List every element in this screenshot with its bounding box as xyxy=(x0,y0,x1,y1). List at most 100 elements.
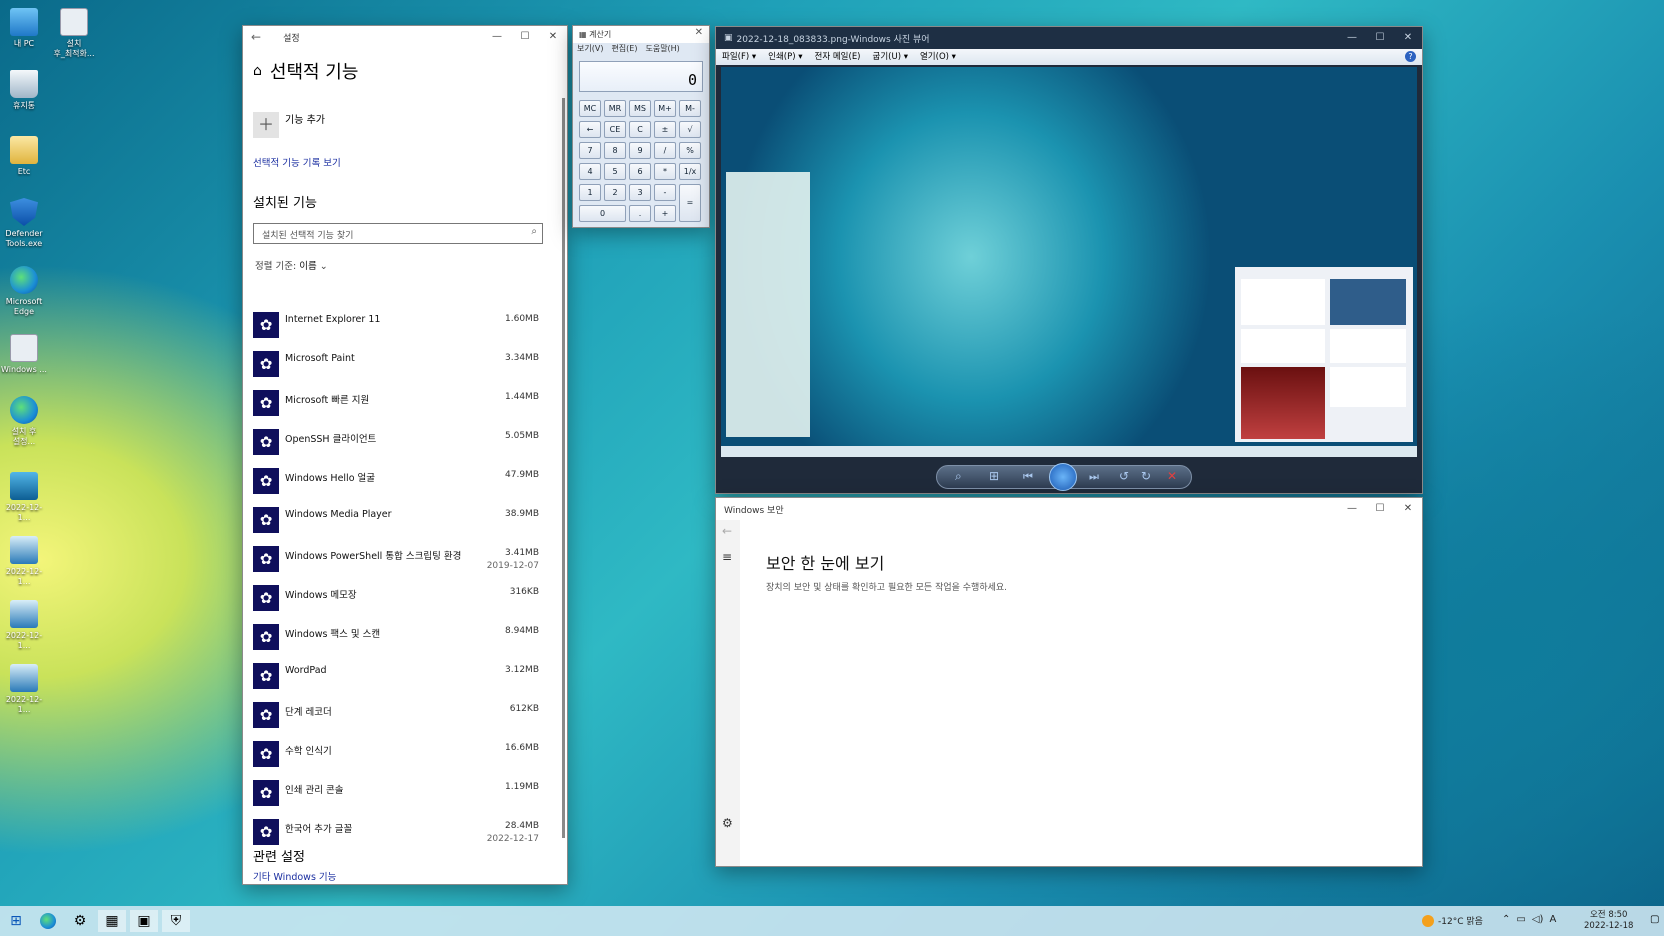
chevron-up-icon[interactable]: ⌃ xyxy=(1502,914,1510,925)
feature-item[interactable]: ✿ Windows Hello 얼굴 47.9MB xyxy=(253,463,539,499)
zoom-icon[interactable]: ⌕ xyxy=(955,469,962,484)
calc-key[interactable]: 3 xyxy=(629,184,651,201)
menu-open[interactable]: 열기(O) ▾ xyxy=(920,49,956,65)
calc-key[interactable]: 6 xyxy=(629,163,651,180)
related-link[interactable]: 기타 Windows 기능 xyxy=(253,869,336,883)
calc-key[interactable]: + xyxy=(654,205,676,222)
desktop-icon-etc[interactable]: Etc xyxy=(0,136,48,177)
taskbar-calculator-icon[interactable]: ▦ xyxy=(98,910,126,932)
feature-item[interactable]: ✿ 수학 인식기 16.6MB xyxy=(253,736,539,772)
maximize-button[interactable]: ☐ xyxy=(1366,498,1394,520)
menu-print[interactable]: 인쇄(P) ▾ xyxy=(768,49,802,65)
minimize-button[interactable]: — xyxy=(483,26,511,48)
calc-key[interactable]: % xyxy=(679,142,701,159)
feature-item[interactable]: ✿ 한국어 추가 글꼴 28.4MB 2022-12-17 xyxy=(253,814,539,850)
scrollbar[interactable] xyxy=(562,98,565,838)
rotate-left-icon[interactable]: ↺ xyxy=(1119,469,1129,483)
menu-help[interactable]: 도움말(H) xyxy=(645,43,679,55)
calc-key[interactable]: MC xyxy=(579,100,601,117)
calc-key[interactable]: √ xyxy=(679,121,701,138)
taskbar-security-icon[interactable]: ⛨ xyxy=(162,910,190,932)
menu-edit[interactable]: 편집(E) xyxy=(611,43,637,55)
feature-item[interactable]: ✿ Windows 메모장 316KB xyxy=(253,580,539,616)
calc-key[interactable]: - xyxy=(654,184,676,201)
rotate-right-icon[interactable]: ↻ xyxy=(1141,469,1151,483)
hamburger-menu-icon[interactable]: ≡ xyxy=(722,550,732,564)
feature-item[interactable]: ✿ Windows 팩스 및 스캔 8.94MB xyxy=(253,619,539,655)
taskbar-settings-icon[interactable]: ⚙ xyxy=(66,910,94,932)
menu-burn[interactable]: 굽기(U) ▾ xyxy=(873,49,908,65)
calc-key[interactable]: CE xyxy=(604,121,626,138)
calc-key[interactable]: 9 xyxy=(629,142,651,159)
desktop-icon-optimize[interactable]: 설치 후_최적화... xyxy=(50,8,98,59)
network-icon[interactable]: ▭ xyxy=(1516,914,1525,925)
maximize-button[interactable]: ☐ xyxy=(511,26,539,48)
taskbar-photo-viewer-icon[interactable]: ▣ xyxy=(130,910,158,932)
calc-key[interactable]: 1 xyxy=(579,184,601,201)
sort-control[interactable]: 정렬 기준: 이름 ⌄ xyxy=(255,258,328,272)
clock[interactable]: 오전 8:50 2022-12-18 xyxy=(1584,910,1633,932)
feature-item[interactable]: ✿ Windows Media Player 38.9MB xyxy=(253,502,539,538)
desktop-icon-setup[interactable]: 설치 후 설정... xyxy=(0,396,48,447)
desktop-icon-recycle-bin[interactable]: 휴지통 xyxy=(0,70,48,111)
calc-key[interactable]: ← xyxy=(579,121,601,138)
menu-email[interactable]: 전자 메일(E) xyxy=(815,49,861,65)
feature-item[interactable]: ✿ Internet Explorer 11 1.60MB xyxy=(253,307,539,343)
close-button[interactable]: ✕ xyxy=(1394,27,1422,49)
calc-key[interactable]: = xyxy=(679,184,701,222)
desktop-icon-image-4[interactable]: 2022-12-1... xyxy=(0,664,48,715)
start-button[interactable]: ⊞ xyxy=(2,910,30,932)
maximize-button[interactable]: ☐ xyxy=(1366,27,1394,49)
previous-icon[interactable]: ⏮ xyxy=(1023,470,1033,484)
menu-view[interactable]: 보기(V) xyxy=(577,43,603,55)
calc-key[interactable]: 8 xyxy=(604,142,626,159)
calc-key[interactable]: MS xyxy=(629,100,651,117)
calc-key[interactable]: 5 xyxy=(604,163,626,180)
desktop-icon-windows[interactable]: Windows ... xyxy=(0,334,48,375)
feature-item[interactable]: ✿ Microsoft 빠른 지원 1.44MB xyxy=(253,385,539,421)
delete-icon[interactable]: ✕ xyxy=(1167,469,1177,483)
feature-item[interactable]: ✿ 단계 레코더 612KB xyxy=(253,697,539,733)
desktop-icon-image-2[interactable]: 2022-12-1... xyxy=(0,536,48,587)
calc-key[interactable]: 4 xyxy=(579,163,601,180)
calc-key[interactable]: . xyxy=(629,205,651,222)
desktop-icon-image-1[interactable]: 2022-12-1... xyxy=(0,472,48,523)
minimize-button[interactable]: — xyxy=(1338,27,1366,49)
desktop-icon-this-pc[interactable]: 내 PC xyxy=(0,8,48,49)
calc-key[interactable]: 0 xyxy=(579,205,626,222)
history-link[interactable]: 선택적 기능 기록 보기 xyxy=(253,155,341,169)
feature-item[interactable]: ✿ WordPad 3.12MB xyxy=(253,658,539,694)
calc-key[interactable]: 7 xyxy=(579,142,601,159)
slideshow-button[interactable] xyxy=(1049,463,1077,491)
calc-key[interactable]: 2 xyxy=(604,184,626,201)
calc-key[interactable]: * xyxy=(654,163,676,180)
back-arrow-icon[interactable]: ← xyxy=(251,30,261,44)
actual-size-icon[interactable]: ⊞ xyxy=(989,469,999,483)
calc-key[interactable]: MR xyxy=(604,100,626,117)
close-button[interactable]: ✕ xyxy=(1394,498,1422,520)
calc-key[interactable]: ± xyxy=(654,121,676,138)
home-icon[interactable]: ⌂ xyxy=(253,63,262,79)
calc-key[interactable]: M- xyxy=(679,100,701,117)
desktop-icon-edge[interactable]: Microsoft Edge xyxy=(0,266,48,317)
calc-key[interactable]: C xyxy=(629,121,651,138)
ime-indicator[interactable]: A xyxy=(1549,914,1556,925)
close-button[interactable]: ✕ xyxy=(539,26,567,48)
feature-item[interactable]: ✿ OpenSSH 클라이언트 5.05MB xyxy=(253,424,539,460)
gear-icon[interactable]: ⚙ xyxy=(722,816,733,830)
desktop-icon-image-3[interactable]: 2022-12-1... xyxy=(0,600,48,651)
notification-icon[interactable]: ▢ xyxy=(1650,914,1659,925)
calc-key[interactable]: 1/x xyxy=(679,163,701,180)
next-icon[interactable]: ⏭ xyxy=(1089,470,1099,484)
feature-item[interactable]: ✿ Microsoft Paint 3.34MB xyxy=(253,346,539,382)
feature-item[interactable]: ✿ 인쇄 관리 콘솔 1.19MB xyxy=(253,775,539,811)
menu-file[interactable]: 파일(F) ▾ xyxy=(722,49,756,65)
feature-item[interactable]: ✿ Windows PowerShell 통합 스크립팅 환경 3.41MB 2019… xyxy=(253,541,539,577)
taskbar-edge-icon[interactable] xyxy=(34,910,62,932)
close-button[interactable]: ✕ xyxy=(695,27,703,38)
help-icon[interactable]: ? xyxy=(1405,51,1416,62)
calc-key[interactable]: M+ xyxy=(654,100,676,117)
desktop-icon-defender-tools[interactable]: Defender Tools.exe xyxy=(0,198,48,249)
calc-key[interactable]: / xyxy=(654,142,676,159)
weather-widget[interactable]: -12°C 맑음 xyxy=(1422,914,1483,927)
